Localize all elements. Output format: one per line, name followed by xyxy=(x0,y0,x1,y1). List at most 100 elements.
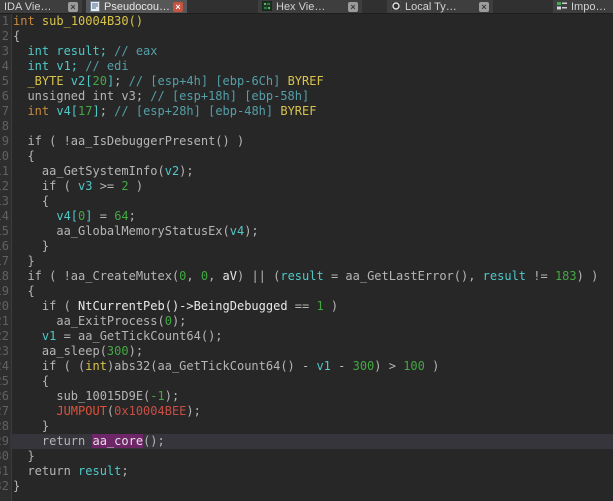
code-line[interactable]: 32 } xyxy=(0,479,613,494)
tab-hex-view[interactable]: Hex Vie… × xyxy=(258,0,362,13)
code-line-text[interactable]: aa_GlobalMemoryStatusEx(v4); xyxy=(10,224,613,239)
code-line[interactable]: 26 sub_10015D9E(-1); xyxy=(0,389,613,404)
code-line-text[interactable]: { xyxy=(10,29,613,44)
code-line[interactable]: 12 if ( v3 >= 2 ) xyxy=(0,179,613,194)
code-line-text[interactable]: _BYTE v2[20]; // [esp+4h] [ebp-6Ch] BYRE… xyxy=(10,74,613,89)
line-number: 22 xyxy=(0,329,9,343)
line-number: 31 xyxy=(0,464,9,478)
code-line-text[interactable]: } xyxy=(10,239,613,254)
code-line-text[interactable]: JUMPOUT(0x10004BEE); xyxy=(10,404,613,419)
line-number: 17 xyxy=(0,254,9,268)
line-number: 18 xyxy=(0,269,9,283)
code-line-text[interactable]: { xyxy=(10,374,613,389)
code-line-text[interactable]: } xyxy=(10,419,613,434)
code-line[interactable]: 10 { xyxy=(0,149,613,164)
code-line[interactable]: 28 } xyxy=(0,419,613,434)
code-line[interactable]: 24 if ( (int)abs32(aa_GetTickCount64() -… xyxy=(0,359,613,374)
tab-label: Local Ty… xyxy=(405,0,457,13)
code-line-text[interactable] xyxy=(10,119,613,134)
code-line-text[interactable]: sub_10015D9E(-1); xyxy=(10,389,613,404)
line-number: 27 xyxy=(0,404,9,418)
line-number: 28 xyxy=(0,419,9,433)
code-line-text[interactable]: aa_ExitProcess(0); xyxy=(10,314,613,329)
code-line-text[interactable]: if ( (int)abs32(aa_GetTickCount64() - v1… xyxy=(10,359,613,374)
code-line-text[interactable]: int sub_10004B30() xyxy=(10,14,613,29)
code-line[interactable]: 25 { xyxy=(0,374,613,389)
close-icon[interactable]: × xyxy=(68,1,78,12)
line-number: 6 xyxy=(1,89,9,103)
code-line[interactable]: 30 } xyxy=(0,449,613,464)
code-line[interactable]: 16 } xyxy=(0,239,613,254)
code-line[interactable]: 23 aa_sleep(300); xyxy=(0,344,613,359)
code-line-text[interactable]: int v1; // edi xyxy=(10,59,613,74)
close-icon[interactable]: × xyxy=(348,1,358,12)
code-line[interactable]: 20 if ( NtCurrentPeb()->BeingDebugged ==… xyxy=(0,299,613,314)
imports-icon xyxy=(557,1,567,12)
close-icon[interactable]: × xyxy=(479,1,489,12)
code-line[interactable]: 11 aa_GetSystemInfo(v2); xyxy=(0,164,613,179)
code-line-text[interactable]: if ( !aa_IsDebuggerPresent() ) xyxy=(10,134,613,149)
code-line[interactable]: 29 return aa_core(); xyxy=(0,434,613,449)
code-line-text[interactable]: if ( v3 >= 2 ) xyxy=(10,179,613,194)
tab-pseudocode[interactable]: Pseudocou… × xyxy=(86,0,187,13)
code-line[interactable]: 4 int v1; // edi xyxy=(0,59,613,74)
code-line-text[interactable]: } xyxy=(10,254,613,269)
code-line-text[interactable]: v1 = aa_GetTickCount64(); xyxy=(10,329,613,344)
code-line[interactable]: 27 JUMPOUT(0x10004BEE); xyxy=(0,404,613,419)
code-line-text[interactable]: int v4[17]; // [esp+28h] [ebp-48h] BYREF xyxy=(10,104,613,119)
ida-window: IDA Vie… × Pseudocou… × Hex Vie… × Local… xyxy=(0,0,613,501)
code-line[interactable]: 6 unsigned int v3; // [esp+18h] [ebp-58h… xyxy=(0,89,613,104)
code-line-text[interactable]: { xyxy=(10,194,613,209)
code-line[interactable]: 19 { xyxy=(0,284,613,299)
local-types-icon xyxy=(390,0,402,12)
tab-local-types[interactable]: Local Ty… × xyxy=(387,0,493,13)
code-line[interactable]: 18 if ( !aa_CreateMutex(0, 0, aV) || (re… xyxy=(0,269,613,284)
code-line[interactable]: 3 int result; // eax xyxy=(0,44,613,59)
code-line[interactable]: 5 _BYTE v2[20]; // [esp+4h] [ebp-6Ch] BY… xyxy=(0,74,613,89)
line-number: 2 xyxy=(1,29,9,43)
code-line[interactable]: 13 { xyxy=(0,194,613,209)
line-number: 20 xyxy=(0,299,9,313)
line-number: 1 xyxy=(1,14,9,28)
code-line[interactable]: 7 int v4[17]; // [esp+28h] [ebp-48h] BYR… xyxy=(0,104,613,119)
code-line-text[interactable]: if ( !aa_CreateMutex(0, 0, aV) || (resul… xyxy=(10,269,613,284)
close-icon[interactable]: × xyxy=(173,1,183,12)
code-line-text[interactable]: aa_GetSystemInfo(v2); xyxy=(10,164,613,179)
code-line-text[interactable]: { xyxy=(10,149,613,164)
line-number: 12 xyxy=(0,179,9,193)
code-line-text[interactable]: return result; xyxy=(10,464,613,479)
code-line-text[interactable]: unsigned int v3; // [esp+18h] [ebp-58h] xyxy=(10,89,613,104)
tab-imports[interactable]: Impo… xyxy=(553,0,613,13)
code-line[interactable]: 2 { xyxy=(0,29,613,44)
code-line[interactable]: 14 v4[0] = 64; xyxy=(0,209,613,224)
tab-label: IDA Vie… xyxy=(4,0,52,13)
tab-ida-view[interactable]: IDA Vie… × xyxy=(0,0,82,13)
code-line[interactable]: 17 } xyxy=(0,254,613,269)
line-number: 11 xyxy=(0,164,9,178)
code-line-text[interactable]: aa_sleep(300); xyxy=(10,344,613,359)
code-line-text[interactable]: { xyxy=(10,284,613,299)
line-number: 15 xyxy=(0,224,9,238)
code-line-text[interactable]: } xyxy=(10,479,613,494)
line-number: 32 xyxy=(0,479,9,493)
code-line[interactable]: 31 return result; xyxy=(0,464,613,479)
code-line-text[interactable]: int result; // eax xyxy=(10,44,613,59)
code-line[interactable]: 9 if ( !aa_IsDebuggerPresent() ) xyxy=(0,134,613,149)
code-line-text[interactable]: return aa_core(); xyxy=(10,434,613,449)
line-number: 5 xyxy=(1,74,9,88)
line-number: 26 xyxy=(0,389,9,403)
code-line[interactable]: 8 xyxy=(0,119,613,134)
code-line-text[interactable]: if ( NtCurrentPeb()->BeingDebugged == 1 … xyxy=(10,299,613,314)
code-line[interactable]: 15 aa_GlobalMemoryStatusEx(v4); xyxy=(0,224,613,239)
code-line-text[interactable]: } xyxy=(10,449,613,464)
code-line[interactable]: 1 int sub_10004B30() xyxy=(0,14,613,29)
tab-label: Pseudocou… xyxy=(104,0,169,13)
line-number: 21 xyxy=(0,314,9,328)
line-number: 7 xyxy=(1,104,9,118)
pseudocode-view: 1 int sub_10004B30() 2 { 3 int result; /… xyxy=(0,14,613,501)
tab-label: Impo… xyxy=(571,0,607,13)
code-line[interactable]: 21 aa_ExitProcess(0); xyxy=(0,314,613,329)
line-number: 8 xyxy=(1,119,9,133)
code-line[interactable]: 22 v1 = aa_GetTickCount64(); xyxy=(0,329,613,344)
code-line-text[interactable]: v4[0] = 64; xyxy=(10,209,613,224)
